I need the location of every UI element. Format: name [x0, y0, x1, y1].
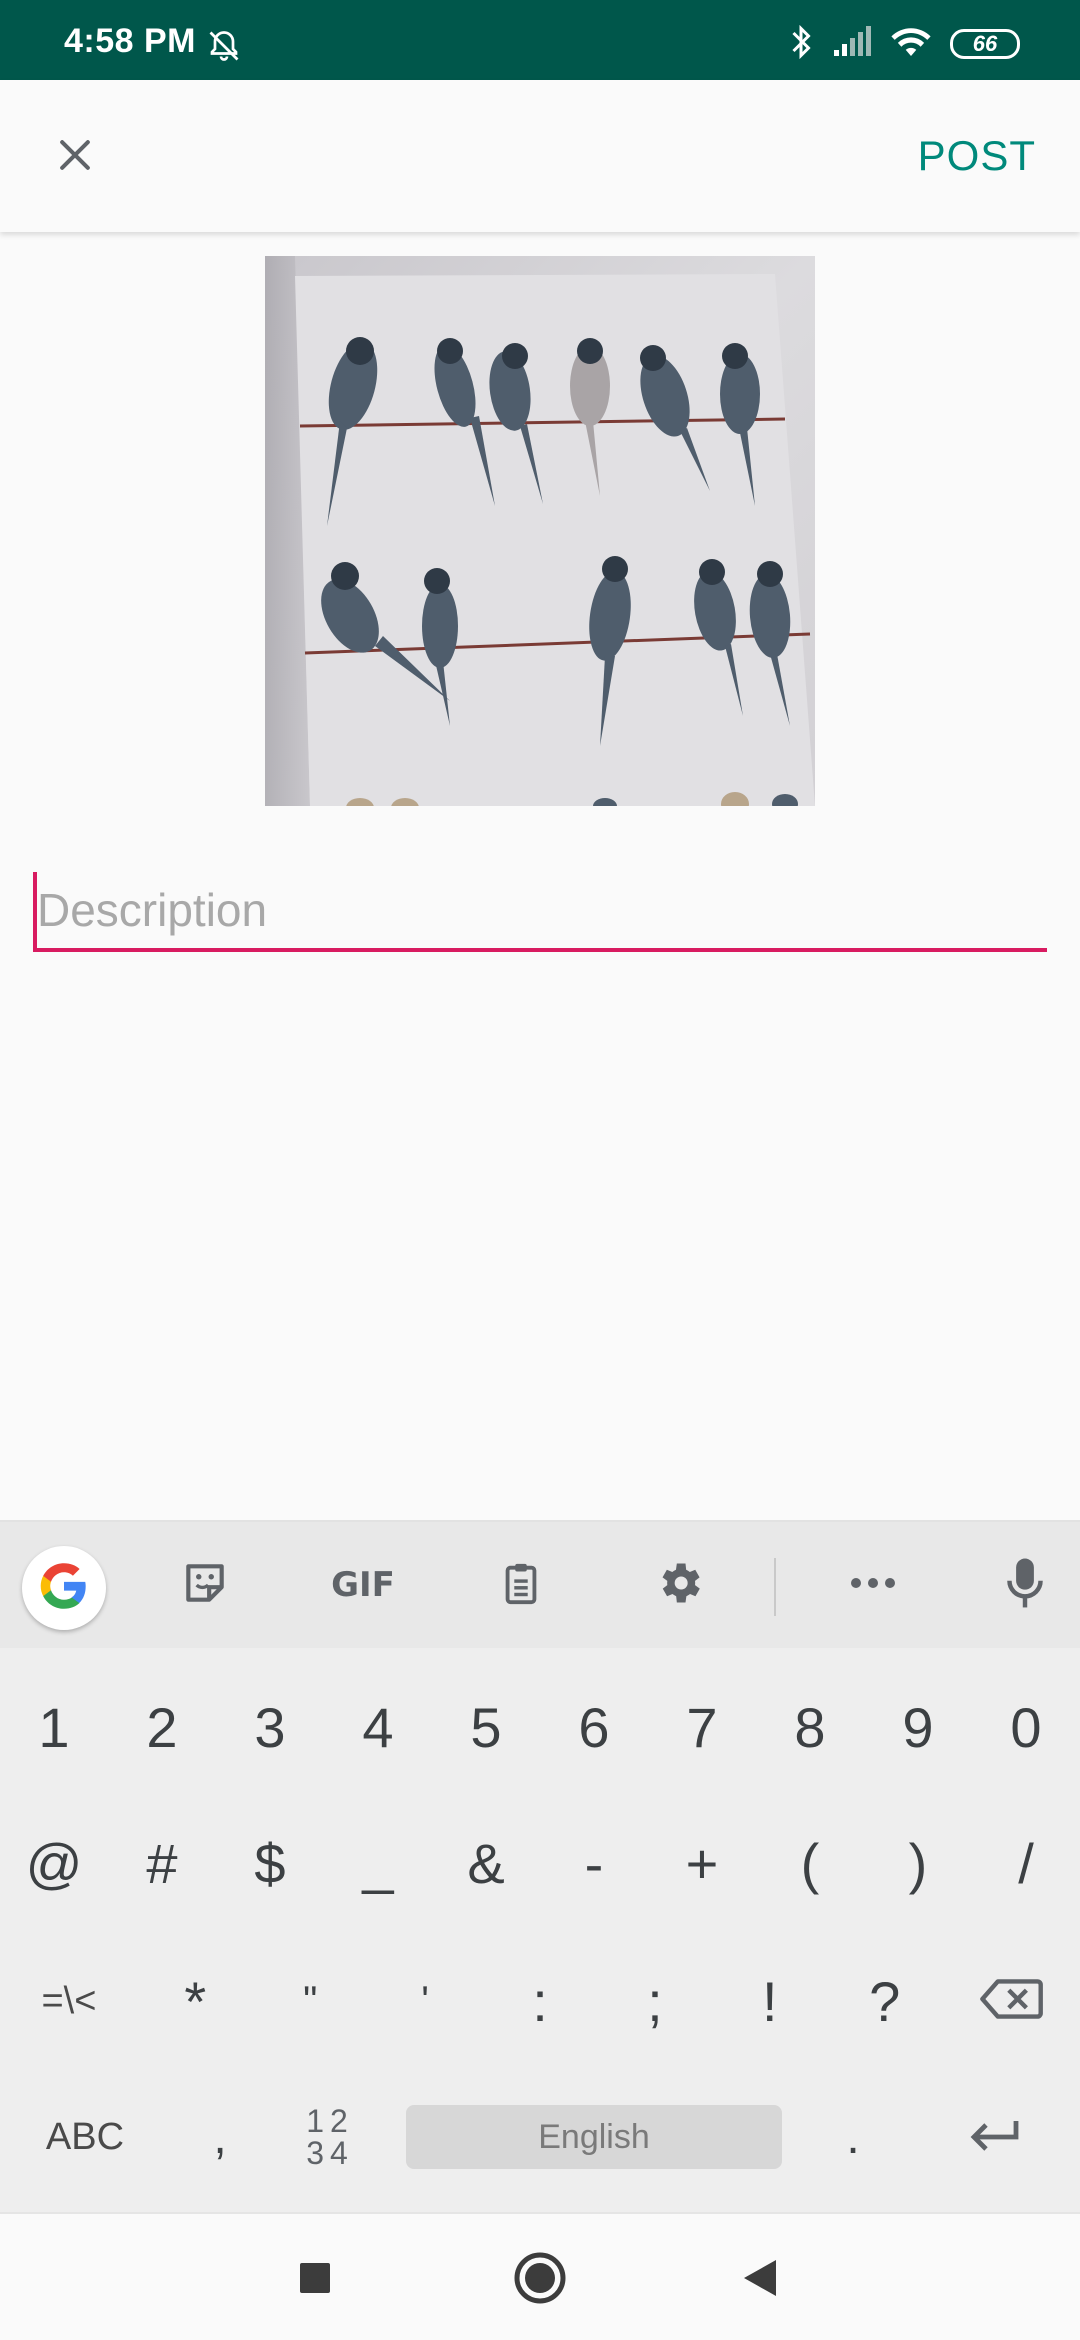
- voice-input-button[interactable]: [990, 1522, 1060, 1648]
- space-key[interactable]: English: [406, 2105, 782, 2169]
- keyboard-toolbar: GIF: [0, 1522, 1080, 1648]
- bluetooth-icon: [788, 24, 814, 65]
- sticker-icon: [180, 1558, 230, 1613]
- recents-button[interactable]: [285, 2250, 345, 2310]
- keyboard-row-numbers: 1 2 3 4 5 6 7 8 9 0: [0, 1668, 1080, 1786]
- key-7[interactable]: 7: [648, 1668, 756, 1786]
- key-1[interactable]: 1: [0, 1668, 108, 1786]
- back-button[interactable]: [730, 2250, 790, 2310]
- selected-photo: [265, 256, 815, 806]
- status-icons: 66: [788, 24, 1020, 65]
- mic-icon: [1005, 1556, 1045, 1615]
- key-9[interactable]: 9: [864, 1668, 972, 1786]
- enter-key[interactable]: [908, 2078, 1080, 2196]
- more-button[interactable]: [838, 1522, 908, 1648]
- description-underline: [33, 948, 1047, 952]
- battery-icon: 66: [950, 29, 1020, 59]
- key-dollar[interactable]: $: [216, 1804, 324, 1922]
- app-bar: POST: [0, 80, 1080, 232]
- key-slash[interactable]: /: [972, 1804, 1080, 1922]
- bell-off-icon: [206, 28, 242, 64]
- key-asterisk[interactable]: *: [138, 1942, 253, 2060]
- backspace-key[interactable]: [942, 1942, 1080, 2060]
- keyboard-row-symbols-1: @ # $ _ & - + ( ) /: [0, 1804, 1080, 1922]
- description-field[interactable]: [33, 872, 1047, 952]
- key-8[interactable]: 8: [756, 1668, 864, 1786]
- sticker-button[interactable]: [170, 1522, 240, 1648]
- key-minus[interactable]: -: [540, 1804, 648, 1922]
- battery-level: 66: [972, 31, 998, 56]
- key-0[interactable]: 0: [972, 1668, 1080, 1786]
- gif-button[interactable]: GIF: [318, 1522, 408, 1648]
- key-at[interactable]: @: [0, 1804, 108, 1922]
- key-single-quote[interactable]: ': [368, 1942, 483, 2060]
- keyboard-row-bottom: ABC , 12 34 English .: [0, 2078, 1080, 2196]
- google-button[interactable]: [22, 1546, 106, 1630]
- period-key[interactable]: .: [798, 2078, 908, 2196]
- description-input[interactable]: [33, 872, 1047, 948]
- home-button[interactable]: [510, 2250, 570, 2310]
- abc-key[interactable]: ABC: [0, 2078, 170, 2196]
- clipboard-button[interactable]: [486, 1522, 556, 1648]
- google-icon: [38, 1560, 90, 1617]
- signal-icon: [832, 25, 872, 63]
- gear-icon: [653, 1557, 705, 1614]
- wifi-icon: [890, 26, 932, 63]
- more-icon: [848, 1576, 898, 1595]
- key-hash[interactable]: #: [108, 1804, 216, 1922]
- key-2[interactable]: 2: [108, 1668, 216, 1786]
- numpad-key[interactable]: 12 34: [270, 2078, 390, 2196]
- key-5[interactable]: 5: [432, 1668, 540, 1786]
- key-plus[interactable]: +: [648, 1804, 756, 1922]
- enter-icon: [965, 2105, 1023, 2170]
- backspace-icon: [978, 1969, 1044, 2034]
- key-question[interactable]: ?: [827, 1942, 942, 2060]
- keyboard-row-symbols-2: =\< * " ' : ; ! ?: [0, 1942, 1080, 2060]
- recents-square-icon: [298, 2261, 332, 2300]
- key-open-paren[interactable]: (: [756, 1804, 864, 1922]
- numpad-top: 12: [306, 2103, 354, 2139]
- key-6[interactable]: 6: [540, 1668, 648, 1786]
- status-bar: 4:58 PM 66: [0, 0, 1080, 80]
- key-4[interactable]: 4: [324, 1668, 432, 1786]
- key-double-quote[interactable]: ": [253, 1942, 368, 2060]
- key-exclamation[interactable]: !: [712, 1942, 827, 2060]
- key-close-paren[interactable]: ): [864, 1804, 972, 1922]
- close-button[interactable]: [40, 122, 110, 192]
- close-icon: [53, 133, 97, 182]
- home-circle-icon: [513, 2251, 567, 2310]
- post-button[interactable]: POST: [904, 126, 1050, 186]
- key-underscore[interactable]: _: [324, 1804, 432, 1922]
- comma-key[interactable]: ,: [170, 2078, 270, 2196]
- numpad-bottom: 34: [306, 2135, 354, 2171]
- navigation-bar: [0, 2212, 1080, 2340]
- key-colon[interactable]: :: [483, 1942, 598, 2060]
- back-triangle-icon: [742, 2258, 778, 2303]
- keyboard: GIF 1 2 3 4 5 6 7 8 9 0 @ # $ _ & - + (…: [0, 1520, 1080, 2212]
- key-3[interactable]: 3: [216, 1668, 324, 1786]
- toolbar-divider: [774, 1558, 776, 1616]
- status-time: 4:58 PM: [64, 22, 196, 60]
- settings-button[interactable]: [644, 1522, 714, 1648]
- clipboard-icon: [498, 1558, 544, 1613]
- key-ampersand[interactable]: &: [432, 1804, 540, 1922]
- key-semicolon[interactable]: ;: [597, 1942, 712, 2060]
- key-more-symbols[interactable]: =\<: [0, 1942, 138, 2060]
